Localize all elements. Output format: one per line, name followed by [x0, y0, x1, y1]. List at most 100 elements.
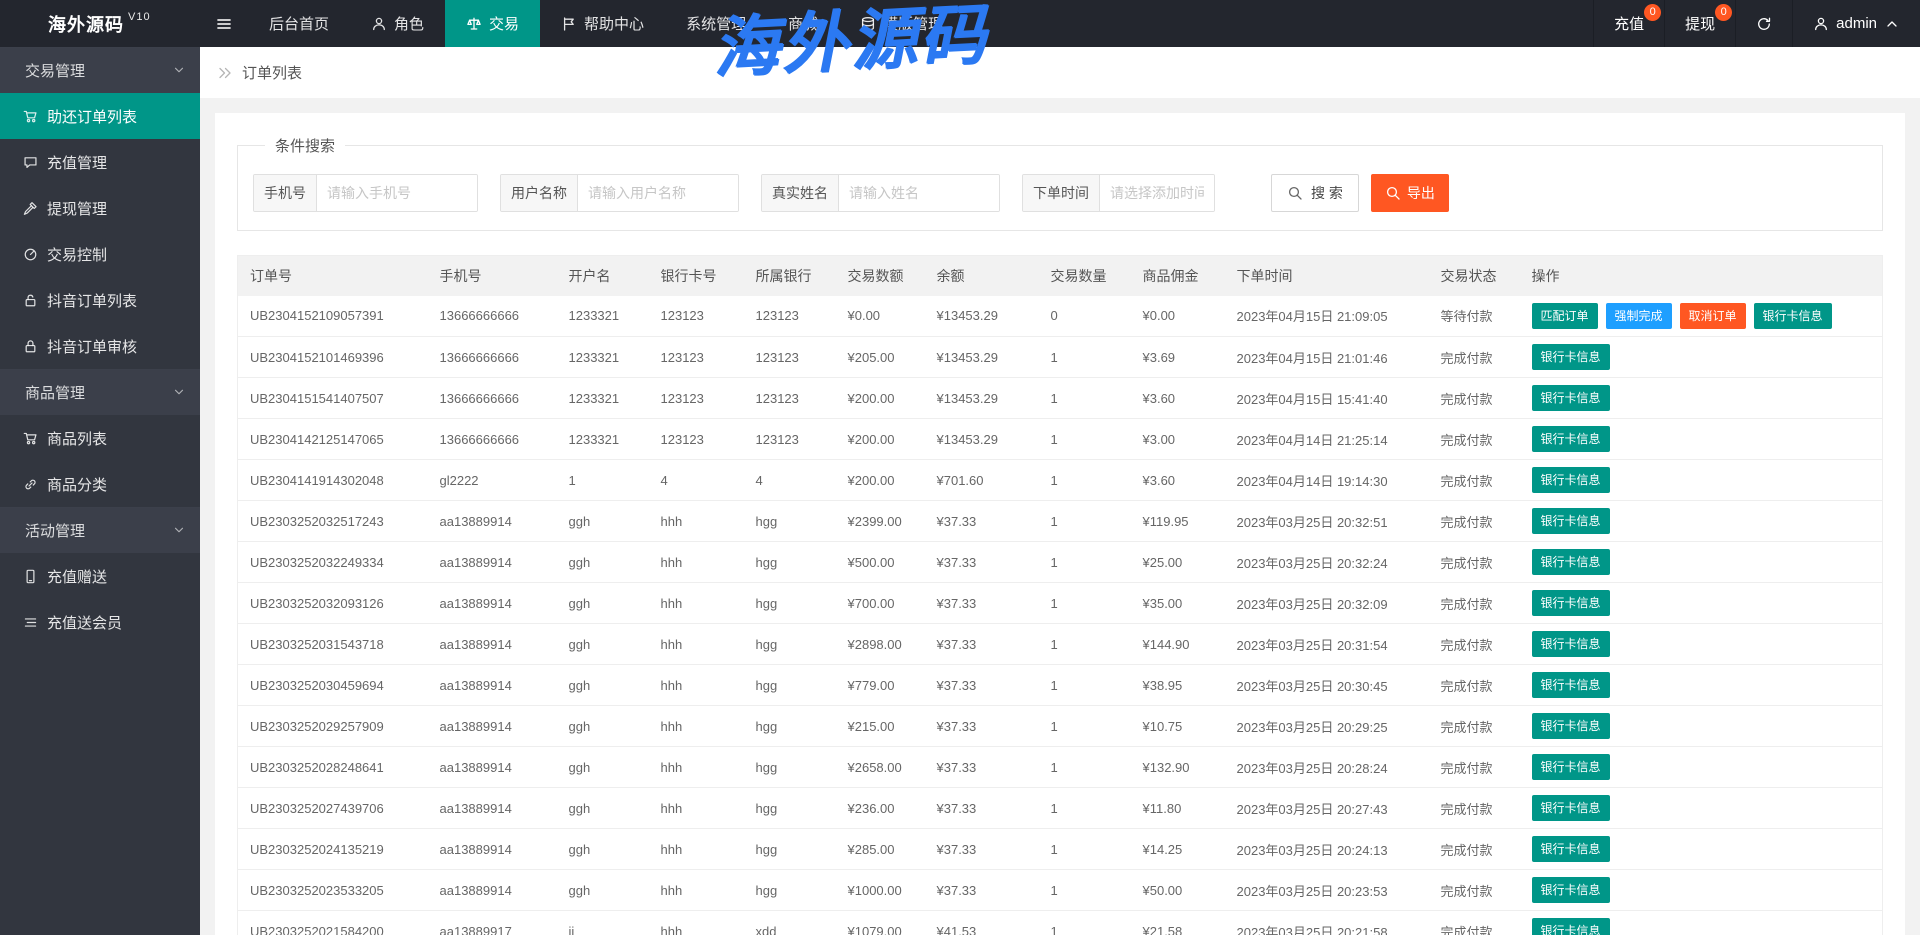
cell-phone: 13666666666: [427, 336, 557, 378]
cell-balance: ¥13453.29: [924, 295, 1039, 337]
cell-phone: gl2222: [427, 459, 557, 501]
realname-input[interactable]: [839, 175, 999, 211]
sidebar-item-goods-list[interactable]: 商品列表: [0, 415, 200, 461]
nav-item-mall[interactable]: 商城: [767, 0, 839, 47]
action-cancel-order-button[interactable]: 取消订单: [1679, 302, 1746, 329]
cell-status: 完成付款: [1428, 418, 1520, 460]
username-input[interactable]: [578, 175, 738, 211]
action-bank-card-info-button[interactable]: 银行卡信息: [1531, 877, 1610, 903]
nav-item-template-manage[interactable]: 模版管理: [839, 0, 964, 47]
action-bank-card-info-button[interactable]: 银行卡信息: [1531, 590, 1610, 616]
cell-phone: 13666666666: [427, 418, 557, 460]
sidebar-item-recharge-vip[interactable]: 充值送会员: [0, 599, 200, 645]
cell-phone: aa13889914: [427, 828, 557, 870]
withdraw-button[interactable]: 提现 0: [1664, 0, 1735, 47]
action-bank-card-info-button[interactable]: 银行卡信息: [1531, 426, 1610, 452]
order-list-card: 条件搜索 手机号用户名称真实姓名下单时间 搜 索 导出 订单号手机号开户名银行卡…: [215, 113, 1905, 935]
sidebar-group-goods-manage[interactable]: 商品管理: [0, 369, 200, 415]
sidebar-item-goods-category[interactable]: 商品分类: [0, 461, 200, 507]
cell-phone: aa13889917: [427, 910, 557, 935]
sidebar-group-trade-manage[interactable]: 交易管理: [0, 47, 200, 93]
nav-item-help-center[interactable]: 帮助中心: [540, 0, 665, 47]
cell-phone: aa13889914: [427, 869, 557, 911]
action-match-order-button[interactable]: 匹配订单: [1531, 302, 1598, 329]
search-field-label-username: 用户名称: [501, 175, 578, 211]
cell-balance: ¥37.33: [924, 746, 1039, 788]
cell-status: 等待付款: [1428, 295, 1520, 337]
table-row: UB2303252032249334 aa13889914 ggh hhh hgg ¥50…: [237, 541, 1883, 583]
column-header-amount: 交易数额: [835, 255, 925, 296]
list-icon: [23, 615, 38, 630]
cell-actions: 银行卡信息: [1519, 541, 1883, 583]
cell-qty: 1: [1038, 910, 1131, 935]
cell-phone: aa13889914: [427, 705, 557, 747]
top-header: 海外源码 V10 后台首页 角色 交易 帮助中心 系统管理 商城 模版管理 充值 0 提现 …: [0, 0, 1920, 47]
search-icon: [1287, 185, 1303, 201]
sidebar-group-activity-manage[interactable]: 活动管理: [0, 507, 200, 553]
cell-card_no: 123123: [648, 377, 744, 419]
nav-item-roles[interactable]: 角色: [350, 0, 445, 47]
cell-status: 完成付款: [1428, 459, 1520, 501]
cell-order_no: UB2303252032249334: [237, 541, 428, 583]
app-logo-text: 海外源码: [48, 14, 124, 35]
cell-card_no: 4: [648, 459, 744, 501]
user-menu[interactable]: admin: [1792, 0, 1920, 47]
sidebar-item-label: 抖音订单列表: [47, 292, 138, 310]
search-field-username: 用户名称: [500, 174, 739, 212]
refresh-button[interactable]: [1735, 0, 1792, 47]
action-bank-card-info-button[interactable]: 银行卡信息: [1531, 918, 1610, 935]
nav-item-system-manage[interactable]: 系统管理: [665, 0, 767, 47]
action-bank-card-info-button[interactable]: 银行卡信息: [1531, 508, 1610, 534]
nav-item-trade[interactable]: 交易: [445, 0, 541, 47]
action-bank-card-info-button[interactable]: 银行卡信息: [1531, 549, 1610, 575]
sidebar-item-repay-order-list[interactable]: 助还订单列表: [0, 93, 200, 139]
sidebar-item-recharge-manage[interactable]: 充值管理: [0, 139, 200, 185]
action-bank-card-info-button[interactable]: 银行卡信息: [1753, 302, 1832, 329]
action-bank-card-info-button[interactable]: 银行卡信息: [1531, 385, 1610, 411]
withdraw-badge: 0: [1715, 4, 1733, 21]
cell-actions: 银行卡信息: [1519, 746, 1883, 788]
action-bank-card-info-button[interactable]: 银行卡信息: [1531, 631, 1610, 657]
sidebar-item-withdraw-manage[interactable]: 提现管理: [0, 185, 200, 231]
recharge-label: 充值: [1614, 16, 1645, 33]
cell-order_no: UB2303252032093126: [237, 582, 428, 624]
menu-toggle-button[interactable]: [200, 0, 248, 47]
cell-bank: 123123: [743, 336, 836, 378]
sidebar-item-douyin-order-audit[interactable]: 抖音订单审核: [0, 323, 200, 369]
chevron-down-icon: [172, 63, 186, 77]
phone-input[interactable]: [317, 175, 477, 211]
action-bank-card-info-button[interactable]: 银行卡信息: [1531, 672, 1610, 698]
sidebar-item-recharge-gift[interactable]: 充值赠送: [0, 553, 200, 599]
sidebar-item-label: 提现管理: [47, 200, 108, 218]
recharge-button[interactable]: 充值 0: [1593, 0, 1664, 47]
table-row: UB2303252021584200 aa13889917 jj hhh xdd ¥107…: [237, 910, 1883, 935]
cell-amount: ¥2399.00: [835, 500, 925, 542]
action-bank-card-info-button[interactable]: 银行卡信息: [1531, 754, 1610, 780]
cell-status: 完成付款: [1428, 336, 1520, 378]
cell-balance: ¥13453.29: [924, 336, 1039, 378]
cell-actions: 银行卡信息: [1519, 418, 1883, 460]
cell-qty: 1: [1038, 336, 1131, 378]
export-button[interactable]: 导出: [1370, 174, 1449, 212]
sidebar-item-douyin-order-list[interactable]: 抖音订单列表: [0, 277, 200, 323]
cell-phone: aa13889914: [427, 541, 557, 583]
action-bank-card-info-button[interactable]: 银行卡信息: [1531, 344, 1610, 370]
column-header-qty: 交易数量: [1038, 255, 1131, 296]
order-time-input[interactable]: [1100, 175, 1214, 211]
cell-actions: 银行卡信息: [1519, 336, 1883, 378]
action-force-complete-button[interactable]: 强制完成: [1605, 302, 1672, 329]
cell-qty: 1: [1038, 418, 1131, 460]
action-bank-card-info-button[interactable]: 银行卡信息: [1531, 467, 1610, 493]
cell-amount: ¥2658.00: [835, 746, 925, 788]
action-bank-card-info-button[interactable]: 银行卡信息: [1531, 713, 1610, 739]
sidebar-item-trade-control[interactable]: 交易控制: [0, 231, 200, 277]
cell-status: 完成付款: [1428, 377, 1520, 419]
action-bank-card-info-button[interactable]: 银行卡信息: [1531, 795, 1610, 821]
search-button[interactable]: 搜 索: [1271, 174, 1359, 212]
cell-amount: ¥1000.00: [835, 869, 925, 911]
cell-card_no: hhh: [648, 828, 744, 870]
nav-item-home[interactable]: 后台首页: [248, 0, 350, 47]
chevron-down-icon: [172, 385, 186, 399]
action-bank-card-info-button[interactable]: 银行卡信息: [1531, 836, 1610, 862]
cell-phone: 13666666666: [427, 377, 557, 419]
